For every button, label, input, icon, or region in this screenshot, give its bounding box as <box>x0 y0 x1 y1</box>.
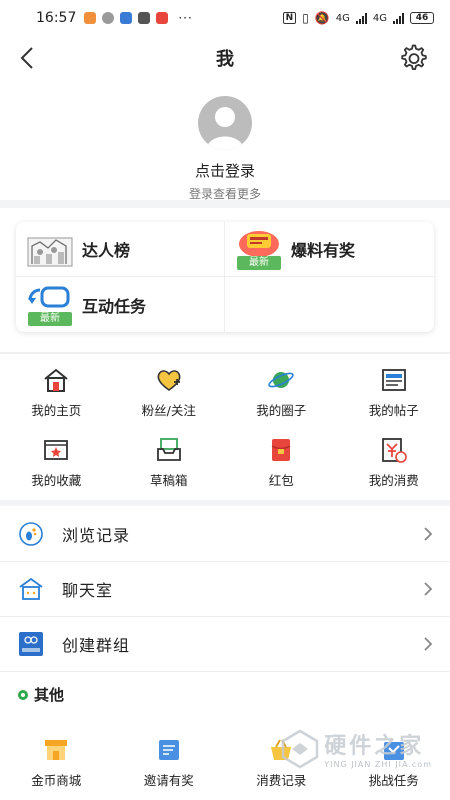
notification-icons: ··· <box>84 11 192 25</box>
section-dot-icon <box>18 689 28 700</box>
page-title: 我 <box>216 49 234 70</box>
grid-item-red-packet[interactable]: 红包 <box>225 436 338 492</box>
battery-icon: 46 <box>410 12 434 24</box>
section-title-text: 其他 <box>34 686 65 704</box>
home-icon <box>44 368 68 392</box>
grid-item-label: 粉丝/关注 <box>141 403 196 418</box>
post-icon <box>381 369 406 391</box>
shortcut-grid: 我的主页 粉丝/关注 我的圈子 我的帖子 我的收藏 草稿箱 红包 我的消费 <box>0 366 450 492</box>
list-item-chatroom[interactable]: 聊天室 <box>0 562 450 617</box>
signal-icon <box>355 12 367 24</box>
new-tag: 最新 <box>237 256 281 270</box>
featured-interactive-task[interactable]: 最新 互动任务 <box>16 277 225 332</box>
default-user-icon <box>206 107 244 150</box>
grid-item-drafts[interactable]: 草稿箱 <box>113 436 226 492</box>
store-icon <box>45 740 68 760</box>
ranking-illustration-icon <box>27 237 73 267</box>
grid-item-my-circle[interactable]: 我的圈子 <box>225 366 338 422</box>
network-type-1: 4G <box>335 12 350 24</box>
heart-follow-icon <box>157 370 181 391</box>
planet-icon <box>268 372 294 388</box>
avatar[interactable] <box>198 96 252 150</box>
top-bar: 我 <box>0 36 450 80</box>
featured-tip-reward-label: 爆料有奖 <box>291 241 356 260</box>
menu-list: 浏览记录 聊天室 创建群组 <box>0 507 450 672</box>
watermark-main: 硬件之家 <box>324 734 425 759</box>
back-arrow-icon[interactable] <box>14 44 42 72</box>
red-packet-icon <box>271 439 291 461</box>
featured-empty-slot <box>225 277 434 332</box>
status-time: 16:57 <box>36 10 77 26</box>
watermark-sub: YING JIAN ZHI JIA.com <box>324 760 432 769</box>
chevron-right-icon <box>424 637 433 651</box>
nfc-icon: N <box>282 12 297 24</box>
grid-item-label: 挑战任务 <box>368 773 419 788</box>
grid-item-label: 金币商城 <box>31 773 82 788</box>
more-notifications-icon: ··· <box>178 11 193 25</box>
grid-item-label: 红包 <box>268 473 294 488</box>
new-tag: 最新 <box>28 311 72 326</box>
grid-item-label: 我的主页 <box>31 403 82 418</box>
grid-item-my-favorites[interactable]: 我的收藏 <box>0 436 113 492</box>
profile-section: 点击登录 登录查看更多 <box>0 90 450 201</box>
featured-card: 达人榜 最新 爆料有奖 最新 互动任务 <box>16 222 434 332</box>
list-item-create-group[interactable]: 创建群组 <box>0 617 450 672</box>
grid-item-coin-store[interactable]: 金币商城 <box>0 736 113 789</box>
grid-item-label: 我的收藏 <box>31 473 82 488</box>
list-item-label: 创建群组 <box>62 636 131 655</box>
consumption-icon <box>381 438 407 463</box>
grid-item-label: 我的圈子 <box>256 403 307 418</box>
section-title-other: 其他 <box>18 684 64 705</box>
draft-box-icon <box>156 438 181 461</box>
grid-item-label: 我的消费 <box>368 473 419 488</box>
grid-item-label: 我的帖子 <box>368 403 419 418</box>
watermark-text: 硬件之家 YING JIAN ZHI JIA.com <box>324 728 432 769</box>
featured-ranking[interactable]: 达人榜 <box>16 222 225 277</box>
list-item-browse-history[interactable]: 浏览记录 <box>0 507 450 562</box>
footprint-icon <box>19 522 43 546</box>
mute-icon: 🔕 <box>314 11 330 25</box>
login-link[interactable]: 点击登录 <box>0 160 450 181</box>
grid-item-invite-reward[interactable]: 邀请有奖 <box>113 736 226 789</box>
watermark: 硬件之家 YING JIAN ZHI JIA.com <box>280 728 432 769</box>
gift-icon <box>138 12 151 24</box>
grid-item-label: 邀请有奖 <box>143 773 194 788</box>
app-notification-icon <box>120 12 133 24</box>
chevron-right-icon <box>424 582 433 596</box>
wechat-icon <box>102 12 115 24</box>
grid-item-fans-follow[interactable]: 粉丝/关注 <box>113 366 226 422</box>
gear-icon[interactable] <box>398 42 430 74</box>
featured-interactive-task-label: 互动任务 <box>82 296 147 316</box>
featured-tip-reward[interactable]: 最新 爆料有奖 <box>225 222 434 277</box>
chevron-right-icon <box>424 527 433 541</box>
watermark-logo-icon <box>281 729 319 768</box>
network-type-2: 4G <box>372 12 387 24</box>
section-divider <box>0 500 450 506</box>
section-divider <box>0 352 450 354</box>
list-item-label: 聊天室 <box>62 581 114 600</box>
create-group-icon <box>19 632 43 656</box>
grid-item-my-consumption[interactable]: 我的消费 <box>338 436 450 492</box>
list-item-label: 浏览记录 <box>62 526 131 545</box>
interactive-task-icon: 最新 <box>26 284 74 326</box>
status-bar: 16:57 ··· N ▯ 🔕 4G 4G 46 <box>0 0 450 36</box>
grid-item-my-posts[interactable]: 我的帖子 <box>338 366 450 422</box>
grid-item-label: 消费记录 <box>256 773 307 788</box>
system-status-icons: N ▯ 🔕 4G 4G 46 <box>282 11 434 25</box>
app-notification-icon <box>84 12 97 24</box>
favorite-icon <box>44 440 69 460</box>
vibrate-icon: ▯ <box>302 11 309 25</box>
grid-item-my-home[interactable]: 我的主页 <box>0 366 113 422</box>
signal-icon <box>393 12 404 24</box>
tip-reward-icon: 最新 <box>235 228 283 270</box>
chatroom-icon <box>19 577 43 600</box>
invite-icon <box>158 740 179 760</box>
grid-item-label: 草稿箱 <box>149 473 188 488</box>
section-divider <box>0 200 450 208</box>
featured-ranking-label: 达人榜 <box>82 241 131 260</box>
news-icon <box>156 12 169 24</box>
